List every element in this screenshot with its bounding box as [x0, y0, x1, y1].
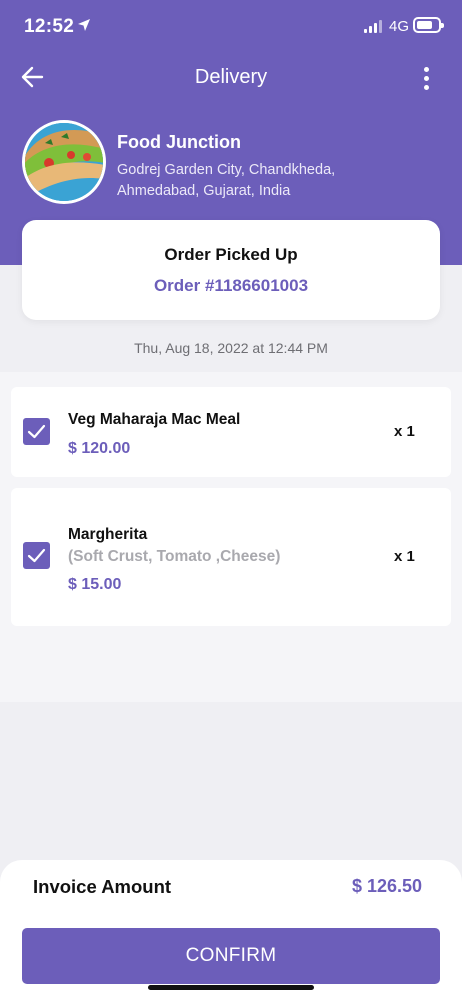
item-name: Margherita — [68, 526, 148, 543]
restaurant-name: Food Junction — [117, 132, 241, 152]
invoice-amount: $ 126.50 — [352, 876, 423, 896]
order-item: Veg Maharaja Mac Meal $ 120.00 x 1 — [11, 387, 451, 477]
status-bar: 12:52 4G — [0, 0, 462, 52]
order-status-card: Order Picked Up Order #1186601003 — [22, 220, 440, 320]
more-dot-icon — [423, 66, 429, 72]
order-item: Margherita (Soft Crust, Tomato ,Cheese) … — [11, 488, 451, 626]
network-label: 4G — [389, 18, 410, 35]
more-options-button[interactable] — [414, 62, 438, 94]
food-sandwich-image — [25, 123, 103, 201]
item-checkbox[interactable] — [23, 418, 50, 445]
item-price: $ 120.00 — [68, 440, 131, 457]
order-datetime: Thu, Aug 18, 2022 at 12:44 PM — [134, 340, 328, 356]
checkmark-icon — [27, 548, 46, 563]
invoice-sheet: Invoice Amount $ 126.50 CONFIRM — [0, 860, 462, 1000]
location-arrow-icon — [78, 19, 90, 31]
order-status: Order Picked Up — [164, 245, 298, 264]
checkmark-icon — [27, 424, 46, 439]
restaurant-avatar — [22, 120, 106, 204]
more-dot-icon — [423, 84, 429, 90]
invoice-label: Invoice Amount — [33, 876, 172, 897]
home-indicator — [148, 985, 314, 990]
restaurant-address: Godrej Garden City, Chandkheda, Ahmedaba… — [117, 162, 336, 199]
more-dot-icon — [423, 75, 429, 81]
confirm-button[interactable]: CONFIRM — [22, 928, 440, 984]
order-number: Order #1186601003 — [153, 276, 309, 295]
page-title: Delivery — [194, 66, 268, 88]
item-options: (Soft Crust, Tomato ,Cheese) — [68, 548, 281, 565]
item-price: $ 15.00 — [68, 576, 122, 593]
battery-icon — [413, 17, 444, 33]
item-checkbox[interactable] — [23, 542, 50, 569]
item-quantity: x 1 — [394, 548, 415, 565]
item-name: Veg Maharaja Mac Meal — [68, 411, 241, 428]
status-time: 12:52 — [24, 16, 75, 37]
item-quantity: x 1 — [394, 423, 415, 440]
signal-icon — [364, 20, 382, 33]
